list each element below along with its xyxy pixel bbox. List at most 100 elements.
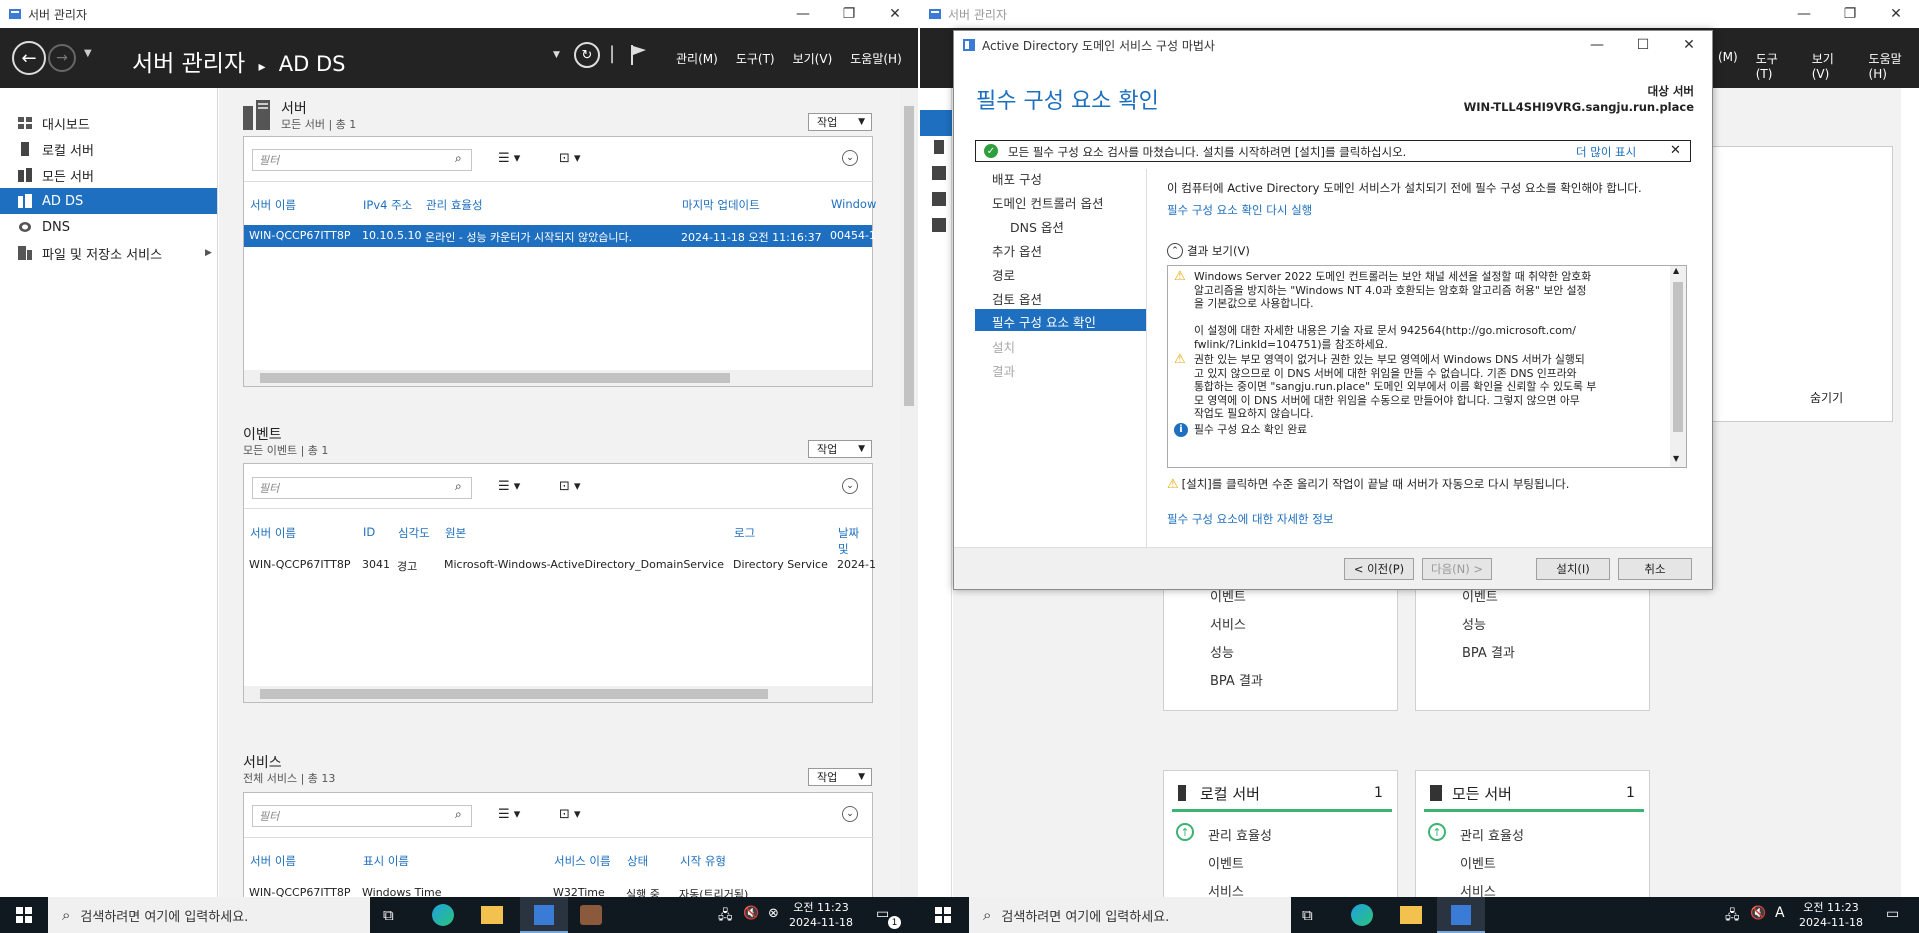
tile-item[interactable]: 서비스	[1210, 614, 1246, 633]
tile-item[interactable]: 성능	[1210, 642, 1234, 661]
minimize-button[interactable]: —	[1781, 0, 1827, 28]
sidebar-item-file-storage[interactable]: 파일 및 저장소 서비스 ▶	[0, 240, 217, 266]
sidebar-item-dns[interactable]: DNS	[0, 214, 217, 240]
list-options-icon[interactable]: ☰ ▾	[498, 807, 520, 822]
clock-right[interactable]: 오전 11:23 2024-11-18	[1796, 900, 1866, 930]
tile-item[interactable]: 서비스	[1460, 881, 1496, 897]
column-header[interactable]: 서버 이름	[250, 197, 296, 213]
back-button[interactable]: ←	[12, 41, 46, 75]
all-servers-tile[interactable]: 모든 서버 1 ↑ 관리 효율성 이벤트 서비스	[1415, 770, 1650, 897]
task-view-icon[interactable]: ⧉	[383, 906, 394, 924]
column-header[interactable]: 마지막 업데이트	[682, 197, 760, 213]
search-icon[interactable]: ⌕	[455, 151, 462, 166]
search-icon[interactable]: ⌕	[455, 479, 462, 494]
maximize-button[interactable]: ❐	[826, 0, 872, 28]
previous-button[interactable]: < 이전(P)	[1344, 558, 1414, 580]
horizontal-scrollbar[interactable]	[244, 686, 872, 702]
column-header[interactable]: 로그	[734, 525, 755, 541]
taskbar-search-right[interactable]: ⌕ 검색하려면 여기에 입력하세요.	[969, 897, 1291, 933]
maximize-button[interactable]: ❐	[1827, 0, 1873, 28]
column-header[interactable]: Window	[831, 197, 876, 211]
menu-view[interactable]: 보기(V)	[1812, 50, 1851, 81]
file-explorer-icon[interactable]	[1400, 906, 1422, 924]
tile-item[interactable]: BPA 결과	[1210, 670, 1263, 689]
sidebar-item-dashboard[interactable]: 대시보드	[0, 110, 217, 136]
close-button[interactable]: ✕	[872, 0, 918, 28]
clock-left[interactable]: 오전 11:23 2024-11-18	[786, 900, 856, 930]
dns-icon[interactable]	[932, 192, 946, 206]
horizontal-scrollbar[interactable]	[244, 370, 872, 386]
sidebar-item-ad-ds[interactable]: AD DS	[0, 188, 217, 214]
search-icon[interactable]: ⌕	[455, 807, 462, 822]
taskbar-search[interactable]: ⌕ 검색하려면 여기에 입력하세요.	[48, 897, 370, 933]
list-options-icon[interactable]: ☰ ▾	[498, 479, 520, 494]
tile-item[interactable]: 이벤트	[1460, 853, 1496, 872]
scroll-thumb[interactable]	[260, 689, 768, 699]
nav-dc-options[interactable]: 도메인 컨트롤러 옵션	[992, 193, 1103, 212]
notification-icon[interactable]: ▭	[876, 906, 889, 922]
services-filter-input[interactable]: 필터	[252, 805, 472, 827]
scroll-up-icon[interactable]: ▲	[1673, 266, 1679, 275]
sidebar-item-all-servers[interactable]: 모든 서버	[0, 162, 217, 188]
prereq-more-info-link[interactable]: 필수 구성 요소에 대한 자세한 정보	[1167, 511, 1333, 527]
list-options-icon[interactable]: ☰ ▾	[498, 151, 520, 166]
tile-item[interactable]: 이벤트	[1208, 853, 1244, 872]
dialog-close-button[interactable]: ✕	[1666, 31, 1712, 59]
column-header[interactable]: 원본	[445, 525, 466, 541]
column-header[interactable]: 시작 유형	[680, 853, 726, 869]
nav-prereq-check[interactable]: 필수 구성 요소 확인	[975, 309, 1146, 331]
results-list[interactable]: ⚠ Windows Server 2022 도메인 컨트롤러는 보안 채널 세션을…	[1167, 265, 1687, 468]
task-view-icon[interactable]: ⧉	[1302, 906, 1313, 924]
windows-start-icon-right[interactable]	[935, 907, 951, 923]
services-task-button[interactable]: 작업 ▼	[808, 768, 872, 786]
column-header[interactable]: IPv4 주소	[363, 197, 412, 213]
column-header[interactable]: 관리 효율성	[426, 197, 483, 213]
column-header[interactable]: 날짜 및	[838, 525, 872, 557]
toolbox-icon[interactable]	[580, 905, 602, 925]
role-tile-a[interactable]: 이벤트 서비스 성능 BPA 결과	[1163, 578, 1398, 711]
edge-icon[interactable]	[1351, 904, 1373, 926]
expand-icon[interactable]: ⌄	[842, 806, 858, 822]
menu-view[interactable]: 보기(V)	[793, 50, 833, 67]
save-query-icon[interactable]: ⊡ ▾	[559, 807, 581, 822]
column-header[interactable]: 서버 이름	[250, 525, 296, 541]
scroll-thumb[interactable]	[904, 106, 914, 406]
role-tile-b[interactable]: 이벤트 성능 BPA 결과	[1415, 578, 1650, 711]
menu-manage[interactable]: (M)	[1718, 50, 1738, 81]
menu-tools[interactable]: 도구(T)	[736, 50, 775, 67]
vertical-scrollbar[interactable]	[900, 88, 918, 897]
windows-start-icon[interactable]	[16, 907, 32, 923]
dialog-minimize-button[interactable]: —	[1574, 31, 1620, 59]
server-manager-taskbar-button[interactable]	[520, 897, 568, 933]
chevron-right-icon[interactable]: ▶	[205, 248, 212, 258]
local-server-tile[interactable]: 로컬 서버 1 ↑ 관리 효율성 이벤트 서비스	[1163, 770, 1398, 897]
nav-dns-options[interactable]: DNS 옵션	[1010, 217, 1064, 236]
table-row[interactable]: WIN-QCCP67ITT8P 3041 경고 Microsoft-Window…	[244, 554, 876, 576]
column-header[interactable]: ID	[363, 525, 375, 539]
tile-item[interactable]: 관리 효율성	[1460, 825, 1524, 844]
events-task-button[interactable]: 작업 ▼	[808, 440, 872, 458]
notification-icon[interactable]: ▭	[1886, 906, 1899, 922]
install-button[interactable]: 설치(I)	[1536, 558, 1610, 580]
volume-muted-icon[interactable]: 🔇	[743, 906, 759, 921]
nav-additional-options[interactable]: 추가 옵션	[992, 241, 1042, 260]
results-toggle[interactable]: ⌃ 결과 보기(V)	[1167, 243, 1250, 259]
dialog-maximize-button[interactable]: ☐	[1620, 31, 1666, 59]
refresh-icon[interactable]: ↻	[574, 42, 600, 68]
sidebar-item-selected[interactable]	[920, 110, 952, 136]
server-manager-taskbar-button-right[interactable]	[1437, 897, 1485, 933]
scroll-thumb[interactable]	[260, 373, 730, 383]
menu-manage[interactable]: 관리(M)	[676, 50, 718, 67]
minimize-button[interactable]: —	[780, 0, 826, 28]
ime-indicator[interactable]: A	[1775, 905, 1785, 921]
close-banner-icon[interactable]: ✕	[1670, 143, 1681, 158]
network-icon[interactable]: 🖧	[1725, 906, 1740, 928]
save-query-icon[interactable]: ⊡ ▾	[559, 151, 581, 166]
volume-muted-icon[interactable]: 🔇	[1750, 906, 1766, 921]
cancel-button[interactable]: 취소	[1618, 558, 1692, 580]
scroll-thumb[interactable]	[1673, 282, 1683, 432]
history-dropdown-icon[interactable]: ▼	[84, 48, 92, 59]
menu-tools[interactable]: 도구(T)	[1756, 50, 1794, 81]
table-row[interactable]: WIN-QCCP67ITT8P 10.10.5.10 온라인 - 성능 카운터가…	[244, 225, 876, 247]
expand-icon[interactable]: ⌄	[842, 478, 858, 494]
